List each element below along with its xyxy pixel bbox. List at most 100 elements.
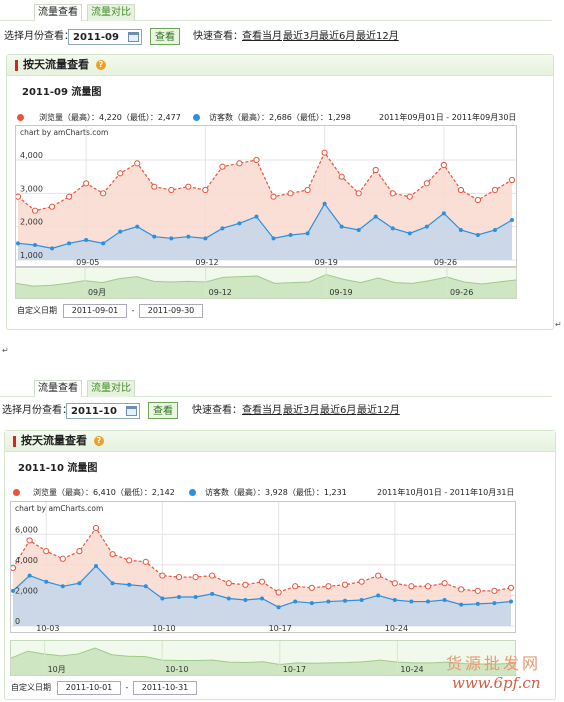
- visitors-point: [77, 581, 82, 586]
- tab-traffic-view[interactable]: 流量查看: [34, 4, 82, 21]
- month-input[interactable]: 2011-09: [68, 29, 142, 45]
- view-button[interactable]: 查看: [148, 402, 178, 419]
- visitors-point: [260, 596, 264, 601]
- visitors-point: [343, 598, 347, 603]
- quick-view-label: 快速查看：: [192, 405, 242, 416]
- help-icon[interactable]: ?: [96, 60, 106, 70]
- views-point: [219, 163, 226, 170]
- chart-legend: 浏览量（最高）：4,220（最低）：2,477 访客数（最高）：2,686（最低…: [13, 112, 549, 124]
- visitors-point: [210, 591, 215, 596]
- custom-date-label: 自定义日期: [17, 306, 57, 315]
- visitors-point: [152, 234, 157, 239]
- return-mark: ↵: [2, 346, 9, 355]
- visitors-point: [309, 601, 314, 606]
- chart-title: 2011-09 流量图: [22, 87, 102, 98]
- tab-bar: 流量查看 流量对比: [0, 378, 552, 397]
- visitors-point: [271, 236, 276, 241]
- visitors-legend-dot: [189, 489, 196, 496]
- visitors-point: [193, 594, 198, 599]
- navigator-label: 10月: [48, 665, 66, 674]
- x-tick-label: 10-03: [36, 624, 59, 632]
- visitors-point: [94, 563, 98, 568]
- traffic-chart-svg: 1,000 2,000 3,000 4,000 09-05 09-12 09-19 09-26: [16, 126, 516, 266]
- views-point: [253, 156, 260, 164]
- views-point: [151, 183, 158, 190]
- visitors-point: [409, 599, 414, 604]
- views-point: [202, 186, 209, 194]
- tab-traffic-view[interactable]: 流量查看: [34, 380, 82, 397]
- start-date-input[interactable]: 2011-10-01: [57, 681, 121, 695]
- visitors-point: [373, 214, 378, 219]
- link-last-12-months[interactable]: 最近12月: [356, 26, 399, 48]
- y-tick-label: 6,000: [15, 525, 38, 534]
- views-point: [375, 572, 382, 579]
- daily-traffic-card: 按天流量查看 ? 2011-09 流量图 浏览量（最高）：4,220（最低）：2…: [6, 54, 554, 330]
- card-title: 按天流量查看: [23, 58, 89, 71]
- visitors-point: [177, 594, 181, 599]
- navigator-label: 10-17: [283, 665, 306, 674]
- x-tick-label: 09-26: [434, 258, 457, 266]
- views-point: [43, 548, 50, 555]
- watermark-url: www.6pf.cn: [452, 674, 541, 692]
- month-toolbar: 选择月份查看： 2011-10 查看 快速查看： 查看当月 最近3月 最近6月 …: [0, 400, 564, 422]
- end-date-input[interactable]: 2011-10-31: [133, 681, 197, 695]
- traffic-chart: chart by amCharts.com 1,000 2,000 3,000 4,0…: [15, 125, 517, 267]
- navigator-label: 09-26: [450, 288, 473, 297]
- visitors-point: [305, 231, 310, 236]
- end-date-input[interactable]: 2011-09-30: [139, 304, 203, 318]
- visitors-point: [135, 224, 140, 229]
- views-legend-dot: [13, 489, 20, 496]
- views-point: [92, 524, 100, 532]
- month-input[interactable]: 2011-10: [66, 403, 140, 419]
- chart-navigator[interactable]: 09月 09-12 09-19 09-26: [15, 267, 517, 299]
- x-tick-label: 10-10: [152, 624, 175, 632]
- views-point: [83, 180, 90, 187]
- tab-traffic-compare[interactable]: 流量对比: [87, 4, 135, 21]
- chart-navigator[interactable]: 10月 10-10 10-17 10-24: [10, 640, 516, 676]
- views-point: [308, 584, 315, 591]
- views-point: [389, 190, 396, 197]
- visitors-point: [60, 584, 65, 589]
- views-point: [440, 161, 447, 169]
- start-date-input[interactable]: 2011-09-01: [63, 304, 127, 318]
- navigator-label: 09月: [88, 288, 106, 297]
- custom-date-row: 自定义日期 2011-09-01 - 2011-09-30: [17, 304, 317, 318]
- y-tick-label: 2,000: [20, 218, 43, 227]
- link-current-month[interactable]: 查看当月: [242, 400, 282, 422]
- visitors-point: [44, 579, 49, 584]
- link-last-3-months[interactable]: 最近3月: [283, 400, 319, 422]
- view-button[interactable]: 查看: [150, 28, 180, 45]
- visitors-point: [226, 596, 231, 601]
- y-tick-label: 4,000: [15, 556, 38, 565]
- views-point: [258, 578, 266, 585]
- visitors-point: [293, 599, 298, 604]
- visitors-point: [288, 233, 293, 237]
- help-icon[interactable]: ?: [94, 436, 104, 446]
- views-point: [76, 548, 83, 555]
- traffic-chart-svg: 0 2,000 4,000 6,000 10-03 10-10 10-17 10-24: [11, 502, 515, 632]
- link-last-6-months[interactable]: 最近6月: [320, 400, 356, 422]
- visitors-point: [16, 241, 20, 246]
- views-point: [31, 207, 39, 214]
- views-point: [304, 186, 311, 194]
- visitors-point: [492, 228, 497, 232]
- navigator-label: 10-24: [400, 665, 423, 674]
- navigator-label: 09-19: [329, 288, 352, 297]
- visitors-point: [276, 605, 281, 610]
- visitors-point: [459, 602, 464, 607]
- views-point: [66, 193, 73, 200]
- navigator-svg: 10月 10-10 10-17 10-24: [11, 641, 515, 675]
- visitors-point: [101, 241, 106, 246]
- calendar-icon[interactable]: [128, 32, 139, 42]
- calendar-icon[interactable]: [126, 406, 137, 416]
- visitors-point: [254, 214, 259, 219]
- link-last-6-months[interactable]: 最近6月: [319, 26, 355, 48]
- tab-traffic-compare[interactable]: 流量对比: [87, 380, 135, 397]
- visitors-point: [84, 238, 89, 242]
- link-last-12-months[interactable]: 最近12月: [357, 400, 400, 422]
- link-current-month[interactable]: 查看当月: [242, 26, 282, 48]
- return-mark: ↵: [555, 320, 562, 329]
- views-point: [408, 583, 415, 590]
- views-point: [270, 193, 277, 200]
- link-last-3-months[interactable]: 最近3月: [283, 26, 319, 48]
